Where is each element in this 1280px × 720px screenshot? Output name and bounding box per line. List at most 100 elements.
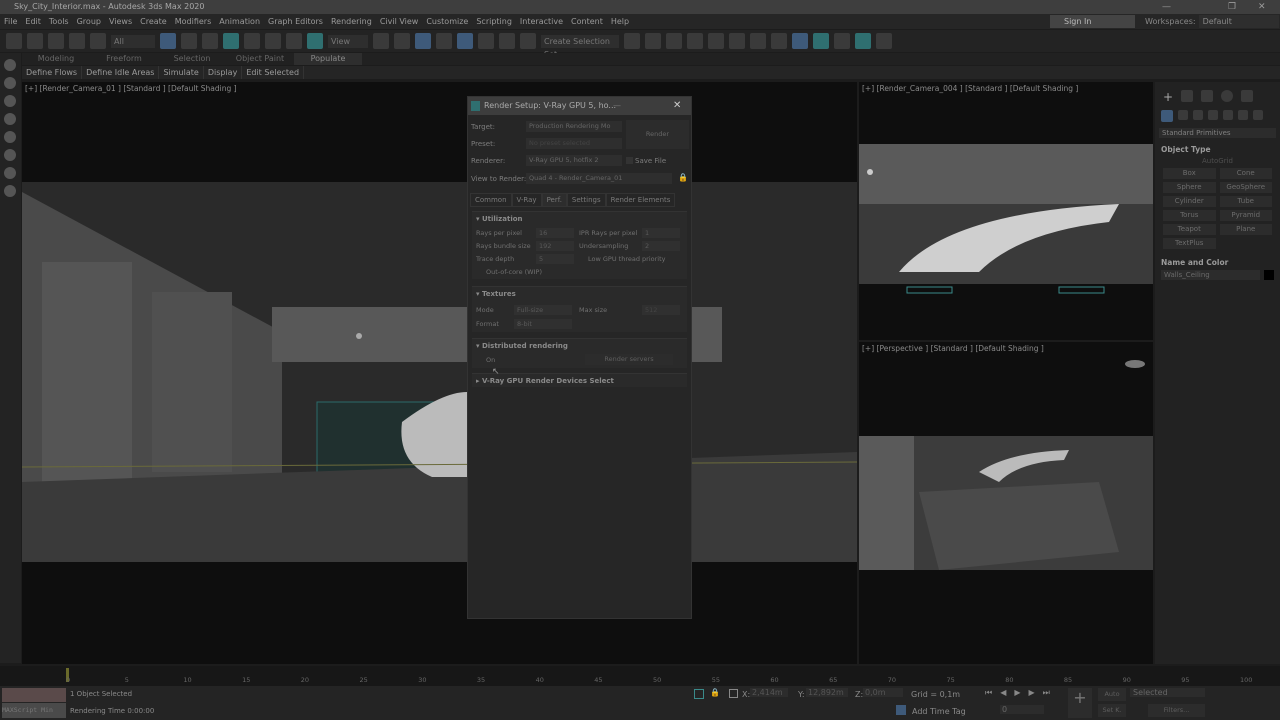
menu-help[interactable]: Help (611, 17, 629, 26)
spinner-snap-icon[interactable] (499, 33, 515, 49)
primitive-cone-button[interactable]: Cone (1219, 168, 1272, 179)
close-button[interactable]: ✕ (1258, 0, 1266, 14)
tab-v-ray[interactable]: V-Ray (511, 193, 542, 207)
bind-spacewarp-icon[interactable] (90, 33, 106, 49)
renderer-dropdown[interactable]: V-Ray GPU 5, hotfix 2 (526, 155, 622, 166)
ribbon-tab-modeling[interactable]: Modeling (22, 53, 90, 65)
menu-modifiers[interactable]: Modifiers (175, 17, 212, 26)
previous-frame-icon[interactable]: ◀ (1000, 688, 1006, 698)
object-color-swatch[interactable] (1264, 270, 1274, 280)
key-mode-icon[interactable] (394, 33, 410, 49)
render-production-icon[interactable] (834, 33, 850, 49)
current-frame-field[interactable]: 0 (1000, 705, 1044, 714)
display-tab-icon[interactable] (1241, 90, 1254, 102)
primitive-sphere-button[interactable]: Sphere (1163, 182, 1216, 193)
isolate-selection-icon[interactable] (694, 689, 704, 699)
y-coordinate-field[interactable]: 12,892m (806, 688, 848, 697)
ribbon-item-define-flows[interactable]: Define Flows (22, 66, 83, 79)
gpu-devices-header[interactable]: ▸ V-Ray GPU Render Devices Select (472, 374, 687, 388)
ribbon-tab-freeform[interactable]: Freeform (90, 53, 158, 65)
geometry-icon[interactable] (1161, 110, 1173, 122)
trace-depth-spinner[interactable]: 5 (536, 254, 574, 264)
preset-dropdown[interactable]: No preset selected (526, 138, 622, 149)
tab-common[interactable]: Common (470, 193, 512, 207)
menu-customize[interactable]: Customize (426, 17, 468, 26)
mode-dropdown[interactable]: Full-size (514, 305, 572, 315)
primitive-box-button[interactable]: Box (1163, 168, 1216, 179)
named-selection-set-dropdown[interactable]: Create Selection Set (541, 34, 619, 59)
save-file-checkbox[interactable] (626, 157, 633, 164)
ipr-rays-spinner[interactable]: 1 (642, 228, 680, 238)
menu-animation[interactable]: Animation (219, 17, 260, 26)
scene-explorer-icon[interactable] (666, 33, 682, 49)
menu-civil-view[interactable]: Civil View (380, 17, 419, 26)
key-filters-button[interactable]: Filters... (1148, 704, 1205, 717)
lights-icon[interactable] (1193, 110, 1203, 120)
move-icon[interactable] (244, 33, 260, 49)
primitive-pyramid-button[interactable]: Pyramid (1219, 210, 1272, 221)
lock-icon[interactable]: 🔒 (710, 688, 720, 697)
spacewarps-icon[interactable] (1238, 110, 1248, 120)
unlink-icon[interactable] (69, 33, 85, 49)
viewport-label[interactable]: [+] [Perspective ] [Standard ] [Default … (862, 344, 1044, 353)
viewport-render-camera-01[interactable]: [+] [Render_Camera_01 ] [Standard ] [Def… (22, 82, 857, 664)
rotate-icon[interactable] (265, 33, 281, 49)
pivot-icon[interactable] (373, 33, 389, 49)
distributed-rendering-header[interactable]: ▾ Distributed rendering (472, 339, 687, 353)
absolute-mode-icon[interactable] (729, 689, 738, 698)
ref-coord-dropdown[interactable]: View (328, 34, 368, 48)
camera-icon[interactable] (4, 167, 16, 179)
render-iterative-icon[interactable] (855, 33, 871, 49)
primitive-geosphere-button[interactable]: GeoSphere (1219, 182, 1272, 193)
dialog-minimize-button[interactable]: — (613, 97, 621, 115)
curve-editor-icon[interactable] (729, 33, 745, 49)
format-dropdown[interactable]: 8-bit (514, 319, 572, 329)
time-tag-icon[interactable] (896, 705, 906, 715)
maxscript-listener[interactable] (2, 688, 66, 702)
cone-icon[interactable] (4, 131, 16, 143)
auto-key-button[interactable]: Auto (1098, 688, 1126, 701)
workspace-value[interactable]: Default (1198, 15, 1279, 28)
angle-snap-icon[interactable] (457, 33, 473, 49)
menu-rendering[interactable]: Rendering (331, 17, 372, 26)
object-name-field[interactable]: Walls_Ceiling (1161, 270, 1260, 280)
menu-file[interactable]: File (4, 17, 17, 26)
ribbon-item-simulate[interactable]: Simulate (159, 66, 204, 79)
rays-per-pixel-spinner[interactable]: 16 (536, 228, 574, 238)
out-of-core-checkbox[interactable]: Out-of-core (WIP) (478, 268, 542, 276)
restore-button[interactable]: ❐ (1228, 0, 1236, 14)
selection-filter-dropdown[interactable]: All (111, 34, 155, 48)
ribbon-item-display[interactable]: Display (204, 66, 243, 79)
select-object-icon[interactable] (160, 33, 176, 49)
teapot-icon[interactable] (4, 59, 16, 71)
primitive-cylinder-button[interactable]: Cylinder (1163, 196, 1216, 207)
menu-scripting[interactable]: Scripting (476, 17, 512, 26)
primitive-torus-button[interactable]: Torus (1163, 210, 1216, 221)
distributed-on-checkbox[interactable]: On (478, 356, 495, 364)
menu-views[interactable]: Views (109, 17, 132, 26)
link-icon[interactable] (48, 33, 64, 49)
z-coordinate-field[interactable]: 0,0m (863, 688, 903, 697)
maxscript-mini-listener[interactable]: MAXScript Min (2, 703, 66, 718)
target-dropdown[interactable]: Production Rendering Mo (526, 121, 622, 132)
viewport-label[interactable]: [+] [Render_Camera_004 ] [Standard ] [De… (862, 84, 1078, 93)
systems-icon[interactable] (1253, 110, 1263, 120)
sphere-icon[interactable] (4, 113, 16, 125)
cameras-icon[interactable] (1208, 110, 1218, 120)
ribbon-item-edit-selected[interactable]: Edit Selected (242, 66, 305, 79)
next-frame-icon[interactable]: ▶ (1029, 688, 1035, 698)
workspace-selector[interactable]: Workspaces: Default (1145, 15, 1280, 28)
ribbon-item-define-idle-areas[interactable]: Define Idle Areas (82, 66, 160, 79)
viewport-label[interactable]: [+] [Render_Camera_01 ] [Standard ] [Def… (25, 84, 237, 93)
viewport-render-camera-004[interactable]: [+] [Render_Camera_004 ] [Standard ] [De… (859, 82, 1153, 340)
edit-named-sets-icon[interactable] (520, 33, 536, 49)
low-gpu-priority-checkbox[interactable]: Low GPU thread priority (579, 255, 665, 263)
rect-selection-icon[interactable] (202, 33, 218, 49)
add-time-tag-button[interactable]: Add Time Tag (912, 707, 966, 716)
menu-tools[interactable]: Tools (49, 17, 69, 26)
shapes-icon[interactable] (1178, 110, 1188, 120)
undo-icon[interactable] (6, 33, 22, 49)
menu-create[interactable]: Create (140, 17, 167, 26)
go-to-start-icon[interactable]: ⏮ (985, 688, 992, 698)
go-to-end-icon[interactable]: ⏭ (1043, 688, 1050, 698)
